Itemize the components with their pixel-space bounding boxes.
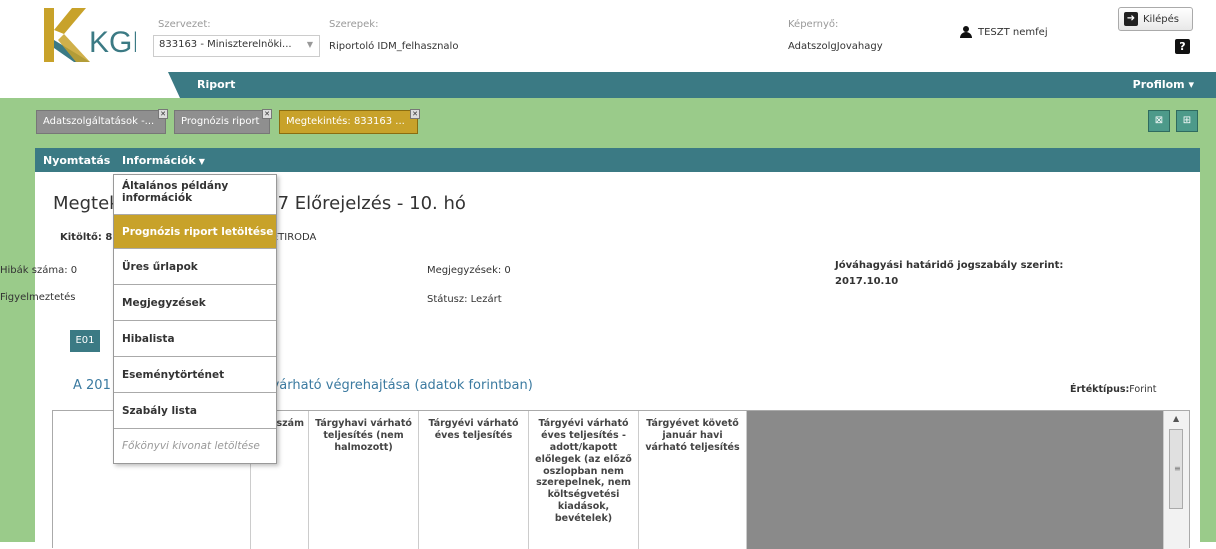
app-header: KGR Szervezet: 833163 - Miniszterelnöki.…	[0, 0, 1216, 72]
tab-label: Megtekintés: 833163 ...	[286, 116, 405, 127]
table-header-monthly: Tárgyhavi várható teljesítés (nem halmoz…	[309, 411, 419, 549]
table-header-january: Tárgyévet követő január havi várható tel…	[639, 411, 747, 549]
notes-count: Megjegyzések: 0	[427, 265, 511, 276]
menu-info[interactable]: Információk ▼	[122, 154, 205, 167]
tab-megtekintes[interactable]: Megtekintés: 833163 ... ✕	[279, 109, 420, 134]
tab-prognozis-riport[interactable]: Prognózis riport ✕	[174, 109, 272, 134]
user-icon	[960, 26, 972, 38]
warnings-count: Figyelmeztetés	[0, 292, 76, 303]
form-tab-e01[interactable]: E01	[70, 330, 100, 352]
menu-item-ledger-download: Főkönyvi kivonat letöltése	[122, 440, 260, 452]
menu-print[interactable]: Nyomtatás	[43, 154, 110, 167]
filler-label: Kitöltő: 8	[60, 232, 113, 243]
subtitle-left: A 201	[73, 378, 111, 393]
logo-text: KGR	[89, 26, 136, 59]
screen-label: Képernyő:	[788, 19, 839, 30]
close-icon[interactable]: ✕	[262, 109, 272, 119]
table-header-annual: Tárgyévi várható éves teljesítés	[419, 411, 529, 549]
tab-label: Adatszolgáltatások -...	[43, 116, 155, 127]
deadline-label: Jóváhagyási határidő jogszabály szerint:	[835, 260, 1064, 271]
subtitle-right: j várható végrehajtása (adatok forintban…	[263, 378, 533, 393]
menu-item-empty-forms[interactable]: Üres űrlapok	[114, 249, 276, 285]
value-type-value: Forint	[1129, 384, 1157, 395]
title-right: 7 Előrejelzés - 10. hó	[277, 193, 466, 214]
add-tab-icon[interactable]: ⊞	[1176, 110, 1198, 132]
menu-item-notes[interactable]: Megjegyzések	[114, 285, 276, 321]
value-type-label: Értéktípus:	[1070, 384, 1130, 395]
org-select-value: 833163 - Miniszterelnöki...	[159, 39, 292, 50]
tab-label: Prognózis riport	[181, 116, 260, 127]
roles-value: Riportoló IDM_felhasznalo	[329, 41, 459, 52]
status-text: Státusz: Lezárt	[427, 294, 502, 305]
main-nav: Riport Profilom ▾	[0, 72, 1216, 98]
info-dropdown: Általános példány információk Prognózis …	[113, 174, 277, 464]
scroll-up-icon[interactable]: ▲	[1173, 414, 1179, 423]
title-left: Megtek	[53, 193, 120, 214]
nav-strip	[168, 72, 1216, 98]
nav-profilom[interactable]: Profilom ▾	[1133, 78, 1194, 91]
panel-menubar: Nyomtatás Információk ▼	[35, 148, 1200, 172]
caret-down-icon: ▼	[198, 157, 205, 166]
kgr-logo: KGR	[44, 8, 154, 64]
close-icon[interactable]: ✕	[158, 109, 168, 119]
roles-label: Szerepek:	[329, 19, 379, 30]
table-header-advances: Tárgyévi várható éves teljesítés - adott…	[529, 411, 639, 549]
close-tabs-icon[interactable]: ⊠	[1148, 110, 1170, 132]
user-name: TESZT nemfej	[978, 26, 1048, 38]
chevron-down-icon: ▼	[306, 40, 313, 49]
menu-item-download-forecast[interactable]: Prognózis riport letöltése	[114, 215, 276, 249]
menu-item-error-list[interactable]: Hibalista	[114, 321, 276, 357]
org-label: Szervezet:	[158, 19, 211, 30]
help-button[interactable]: ?	[1175, 39, 1190, 54]
menu-item-rule-list[interactable]: Szabály lista	[114, 393, 276, 429]
scroll-thumb[interactable]: ≡	[1169, 429, 1183, 509]
tab-adatszolgaltatasok[interactable]: Adatszolgáltatások -... ✕	[36, 109, 168, 134]
screen-value: AdatszolgJovahagy	[788, 41, 883, 52]
menu-item-event-history[interactable]: Eseménytörténet	[114, 357, 276, 393]
table-scrollbar[interactable]: ▲ ≡	[1163, 411, 1189, 549]
user-info: TESZT nemfej	[960, 26, 1048, 38]
grip-icon: ≡	[1174, 464, 1181, 473]
value-type: Értéktípus:Forint	[1070, 384, 1157, 395]
menu-item-general-info[interactable]: Általános példány információk	[114, 175, 276, 215]
close-icon[interactable]: ✕	[410, 109, 420, 119]
table-empty-area	[747, 411, 1163, 549]
logout-icon: ➜	[1124, 12, 1138, 26]
logout-button[interactable]: ➜ Kilépés	[1118, 7, 1193, 31]
logout-label: Kilépés	[1143, 13, 1179, 25]
menu-info-label: Információk	[122, 154, 196, 167]
nav-riport[interactable]: Riport	[197, 78, 235, 91]
deadline-value: 2017.10.10	[835, 276, 899, 287]
errors-count: Hibák száma: 0	[0, 265, 78, 276]
org-select[interactable]: 833163 - Miniszterelnöki... ▼	[153, 35, 320, 57]
